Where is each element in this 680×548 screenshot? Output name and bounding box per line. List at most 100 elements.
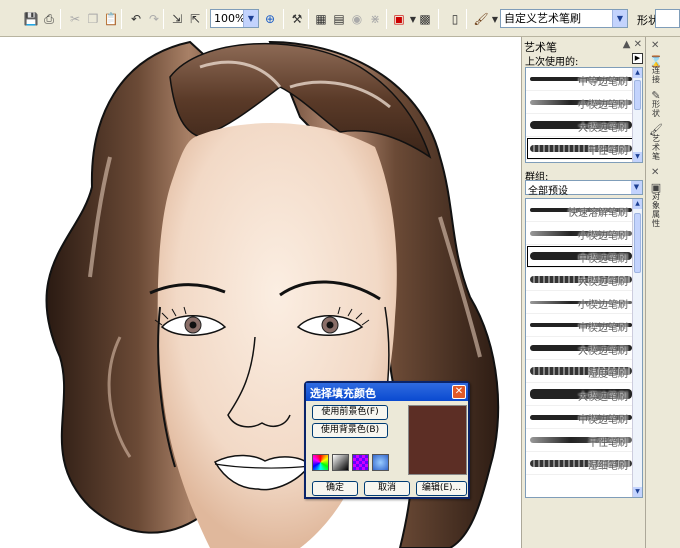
export-icon[interactable]: ⇱ [186, 10, 204, 28]
redo-icon[interactable]: ↷ [145, 10, 163, 28]
tab-object-properties[interactable]: ▣ 对象属性 [649, 182, 663, 228]
brush-stroke-name: 中楔边笔刷 [578, 415, 628, 426]
cancel-button[interactable]: 取消 [364, 481, 410, 496]
brush-stroke-item[interactable]: 中楔边笔刷 [526, 245, 642, 268]
tab-connect[interactable]: ⌛ 连接 [649, 56, 663, 84]
brush-stroke-item[interactable]: 小楔边笔刷 [526, 222, 642, 245]
toolbar-separator [121, 9, 122, 29]
dialog-title-bar: 选择填充颜色 ✕ [306, 383, 468, 401]
brush-stroke-item[interactable]: 快速溶解笔刷 [526, 199, 642, 222]
brush-stroke-name: 小楔边笔刷 [578, 100, 628, 111]
brush-stroke-name: 大楔边笔刷 [578, 277, 628, 288]
brush-stroke-name: 湿细笔刷 [588, 461, 628, 472]
texture-fill-icon[interactable] [372, 454, 389, 471]
brush-stroke-item[interactable]: 小楔边笔刷 [526, 291, 642, 314]
dynamic-guides-icon[interactable]: ⋇ [366, 10, 384, 28]
preset-scrollbar[interactable]: ▲ ▼ [632, 199, 642, 497]
chevron-down-icon[interactable]: ▼ [612, 10, 627, 27]
brush-stroke-item[interactable]: 湿细笔刷 [526, 452, 642, 475]
brush-stroke-item[interactable]: 中楔边笔刷 [526, 406, 642, 429]
ok-button[interactable]: 确定 [312, 481, 358, 496]
recent-scrollbar[interactable]: ▲ ▼ [632, 68, 642, 162]
application-launcher-icon[interactable]: ⚒ [288, 10, 306, 28]
dialog-title: 选择填充颜色 [310, 387, 376, 400]
zoom-level-value: 100% [214, 12, 246, 25]
docker-tab-strip: ✕ ⌛ 连接 ✎ 形状 🖌 艺术笔 ✕ ▣ 对象属性 [645, 37, 680, 548]
fountain-fill-icon[interactable] [332, 454, 349, 471]
brush-stroke-item[interactable]: 小楔边笔刷 [526, 91, 642, 114]
recent-menu-icon[interactable]: ▶ [632, 53, 643, 64]
select-fill-color-dialog: 选择填充颜色 ✕ 使用前景色(F) 使用背景色(B) 确定 取消 编辑(E)..… [304, 381, 470, 499]
close-icon[interactable]: ✕ [452, 385, 466, 399]
color-swatch [408, 405, 467, 475]
snap-to-guidelines-icon[interactable]: ▤ [330, 10, 348, 28]
copy-icon[interactable]: ❐ [84, 10, 102, 28]
preset-strokes-list[interactable]: 快速溶解笔刷 小楔边笔刷 中楔边笔刷 大楔边笔刷 小楔边笔刷 中楔边笔刷 大楔边笔刷 湿度笔刷… [525, 198, 643, 498]
recent-strokes-list[interactable]: 中等边笔刷小楔边笔刷大楔边笔刷干性笔刷 ▲ ▼ [525, 67, 643, 163]
tab-art-pen[interactable]: 🖌 艺术笔 [649, 124, 663, 161]
brush-preset-value: 自定义艺术笔刷 [504, 12, 581, 25]
standard-toolbar: 💾 ⎙ ✂ ❐ 📋 ↶ ↷ ⇲ ⇱ 100% ▼ ⊕ ⚒ ▦ ▤ ◉ ⋇ ▣ ▼… [0, 0, 680, 37]
scroll-thumb[interactable] [634, 80, 641, 110]
snap-to-objects-icon[interactable]: ◉ [348, 10, 366, 28]
close-icon[interactable]: ✕ [651, 40, 659, 51]
scroll-down-icon[interactable]: ▼ [633, 487, 642, 497]
paste-icon[interactable]: 📋 [102, 10, 120, 28]
pattern-fill-icon[interactable] [352, 454, 369, 471]
brush-stroke-item[interactable]: 湿度笔刷 [526, 360, 642, 383]
uniform-fill-icon[interactable] [312, 454, 329, 471]
docker-controls[interactable]: ▲ ✕ [623, 39, 642, 50]
brush-stroke-item[interactable]: 中楔边笔刷 [526, 314, 642, 337]
options-icon[interactable]: ▩ [416, 10, 434, 28]
print-icon[interactable]: ⎙ [40, 10, 58, 28]
cut-icon[interactable]: ✂ [66, 10, 84, 28]
docker-title-bar: 艺术笔 ▲ ✕ [524, 39, 644, 54]
brush-stroke-item[interactable]: 中等边笔刷 [526, 68, 642, 91]
scroll-down-icon[interactable]: ▼ [633, 152, 642, 162]
art-pen-docker: 艺术笔 ▲ ✕ 上次使用的: ▶ 中等边笔刷 小楔边笔刷 大楔边笔刷 干性笔刷 ▲ ▼… [521, 37, 645, 548]
toolbar-separator [163, 9, 164, 29]
brush-stroke-name: 湿度笔刷 [588, 369, 628, 380]
brush-stroke-name: 小楔边笔刷 [578, 231, 628, 242]
brush-stroke-name: 中楔边笔刷 [578, 254, 628, 265]
recent-header: 上次使用的: ▶ [525, 53, 643, 68]
brush-stroke-name: 大楔边笔刷 [578, 346, 628, 357]
use-foreground-color-button[interactable]: 使用前景色(F) [312, 405, 388, 420]
scroll-up-icon[interactable]: ▲ [633, 68, 642, 78]
toolbar-separator [308, 9, 309, 29]
toolbar-separator [466, 9, 467, 29]
brush-stroke-item[interactable]: 大楔边笔刷 [526, 114, 642, 137]
group-value: 全部预设 [528, 186, 568, 197]
import-icon[interactable]: ⇲ [168, 10, 186, 28]
undo-icon[interactable]: ↶ [127, 10, 145, 28]
brush-stroke-name: 中楔边笔刷 [578, 323, 628, 334]
scroll-thumb[interactable] [634, 213, 641, 273]
brush-stroke-item[interactable]: 干性笔刷 [526, 137, 642, 160]
brush-stroke-name: 大楔边笔刷 [578, 123, 628, 134]
brush-preset-select[interactable]: 自定义艺术笔刷 ▼ [500, 9, 628, 28]
toolbar-separator [206, 9, 207, 29]
tab-label: 对象属性 [652, 192, 660, 228]
chevron-down-icon[interactable]: ▼ [243, 10, 258, 27]
brush-stroke-item[interactable]: 大楔边笔刷 [526, 383, 642, 406]
edit-button[interactable]: 编辑(E)... [416, 481, 467, 496]
toolbar-separator [283, 9, 284, 29]
group-select[interactable]: 全部预设 ▼ [525, 180, 643, 197]
brush-stroke-item[interactable]: 大楔边笔刷 [526, 268, 642, 291]
brush-stroke-item[interactable]: 大楔边笔刷 [526, 337, 642, 360]
snap-to-grid-icon[interactable]: ▦ [312, 10, 330, 28]
save-icon[interactable]: 💾 [22, 10, 40, 28]
tab-shape[interactable]: ✎ 形状 [649, 90, 663, 118]
text-icon[interactable]: ▯ [446, 10, 464, 28]
full-screen-preview-icon[interactable]: ⊕ [261, 10, 279, 28]
scroll-up-icon[interactable]: ▲ [633, 199, 642, 209]
close-icon[interactable]: ✕ [651, 167, 659, 178]
shape-select[interactable] [655, 9, 680, 28]
brush-stroke-name: 快速溶解笔刷 [568, 208, 628, 219]
brush-stroke-name: 小楔边笔刷 [578, 300, 628, 311]
brush-stroke-name: 干性笔刷 [588, 438, 628, 449]
chevron-down-icon[interactable]: ▼ [631, 181, 642, 194]
use-background-color-button[interactable]: 使用背景色(B) [312, 423, 388, 438]
brush-stroke-item[interactable]: 干性笔刷 [526, 429, 642, 452]
zoom-level-select[interactable]: 100% ▼ [210, 9, 259, 28]
